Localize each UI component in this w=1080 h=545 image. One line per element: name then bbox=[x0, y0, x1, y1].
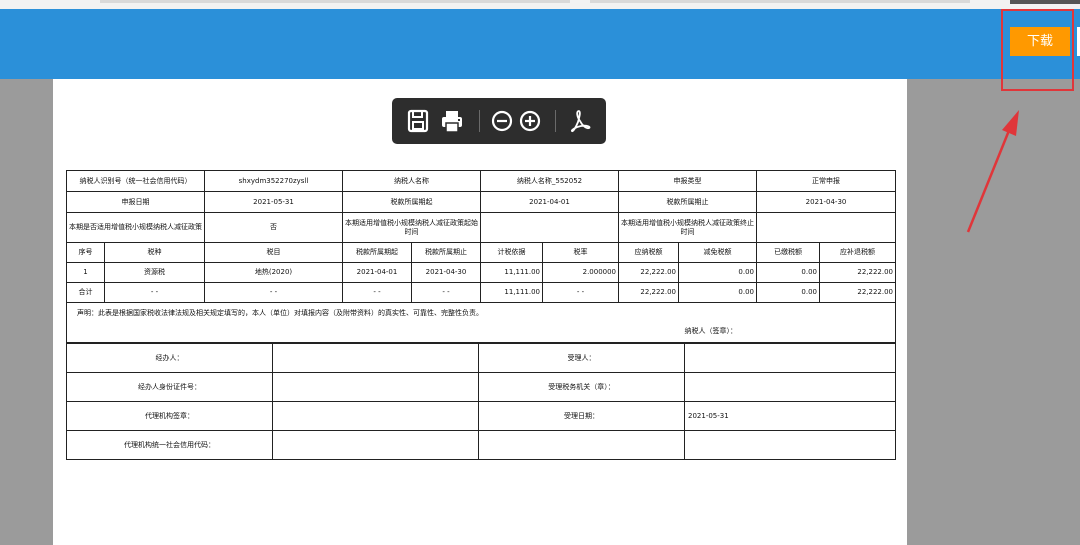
annotation-arrow bbox=[966, 110, 1019, 233]
